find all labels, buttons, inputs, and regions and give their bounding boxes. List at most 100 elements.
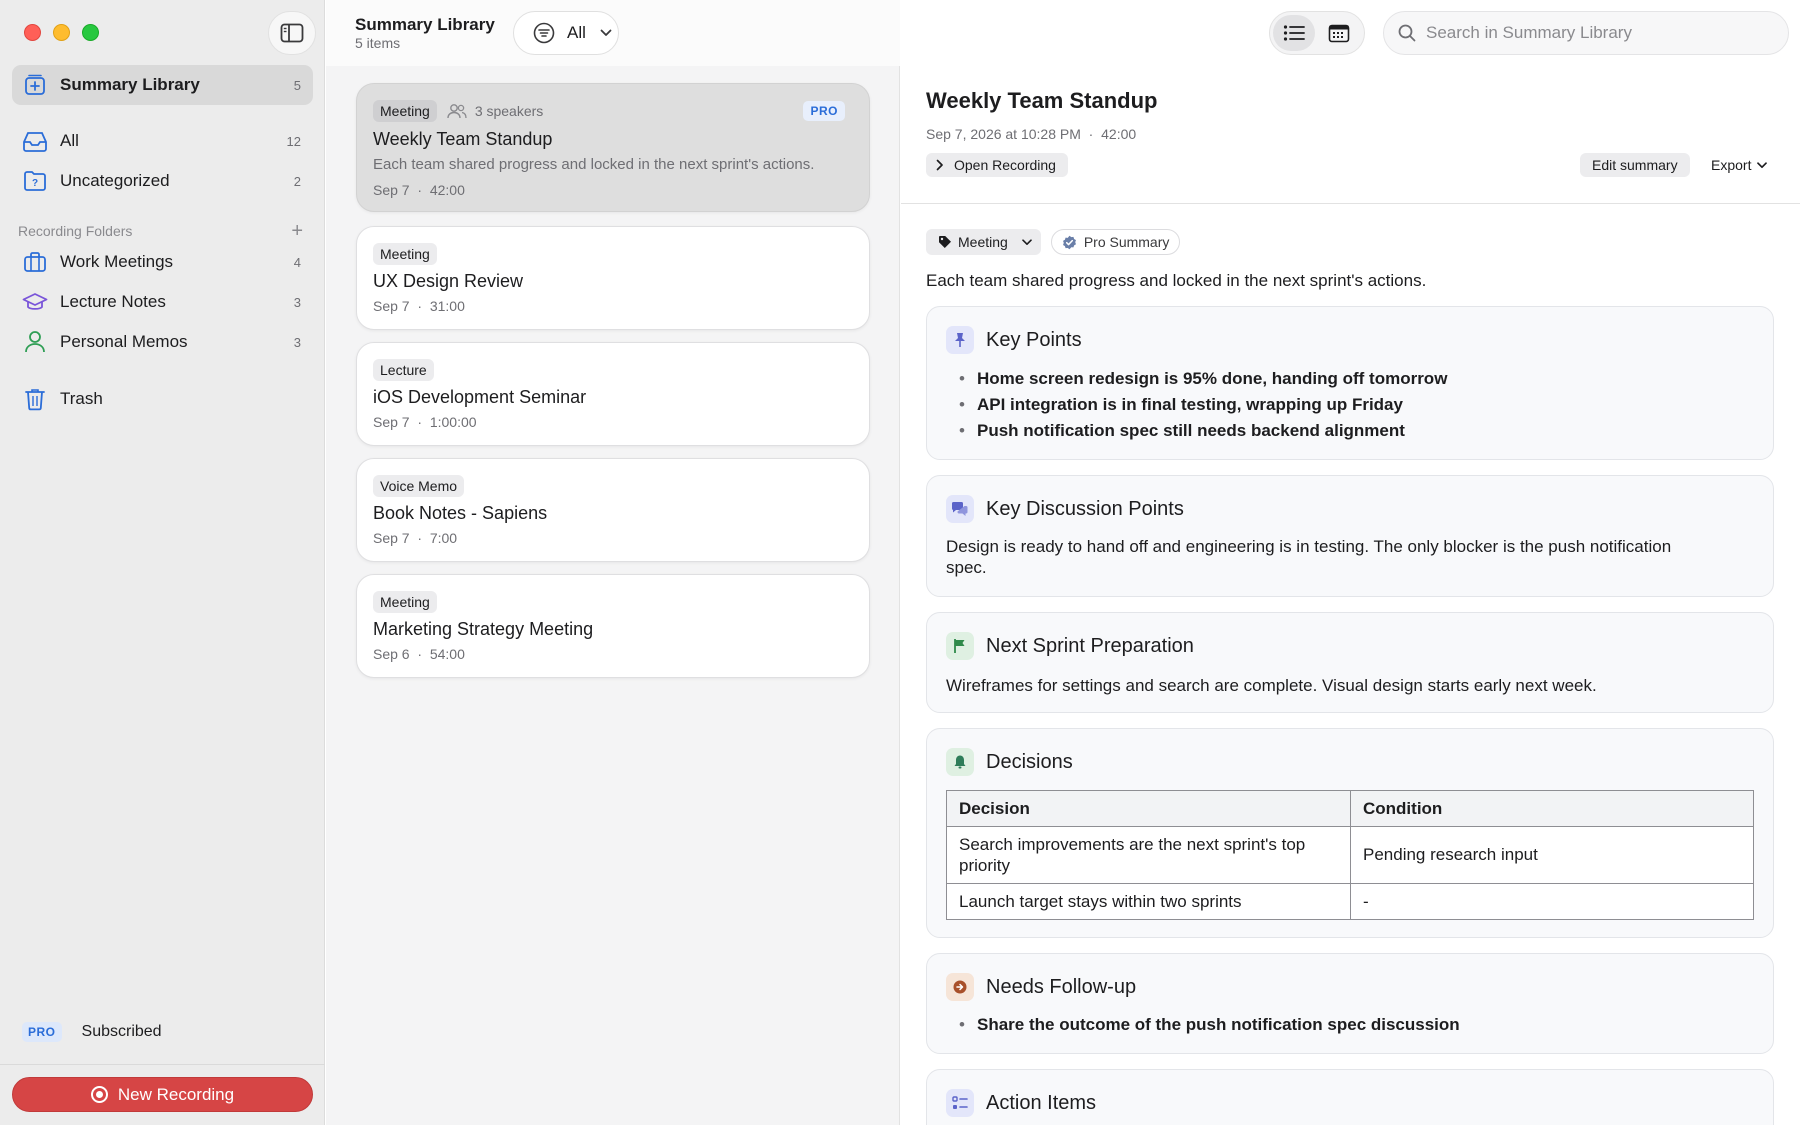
sidebar-item-count: 12 [286,133,301,149]
close-window-button[interactable] [24,24,41,41]
calendar-view-button[interactable] [1318,15,1360,51]
list-view-button[interactable] [1273,15,1315,51]
view-mode-toggle [1269,11,1365,55]
sidebar-item-lecture-notes[interactable]: Lecture Notes 3 [12,282,313,322]
decisions-table: Decision Condition Search improvements a… [946,790,1754,920]
plus-icon[interactable]: + [291,221,303,241]
sidebar-item-trash[interactable]: Trash [12,379,313,419]
checklist-icon [946,1089,974,1117]
card-duration: 54:00 [429,646,465,662]
tag-icon [939,236,951,248]
needs-follow-up-section: Needs Follow-up Share the outcome of the… [926,953,1774,1054]
sidebar-item-label: Personal Memos [60,332,188,351]
sidebar-item-all[interactable]: All 12 [12,121,313,161]
section-title: Recording Folders [18,223,133,239]
sidebar-item-label: Summary Library [60,75,200,94]
card-meta: Sep 7 · 7:00 [373,530,458,546]
filter-dropdown[interactable]: All [513,11,619,55]
card-date: Sep 7 [373,298,410,314]
pro-badge: PRO [803,101,845,121]
key-discussion-section: Key Discussion Points Design is ready to… [926,475,1774,597]
sidebar: Summary Library 5 All 12 ? Uncategorized… [0,0,325,1125]
category-dropdown[interactable]: Meeting [926,229,1041,255]
detail-divider [901,203,1800,204]
card-duration: 42:00 [429,182,465,198]
calendar-view-icon [1328,24,1350,43]
export-menu-button[interactable]: Export [1711,153,1768,177]
chevron-down-icon [1757,161,1768,168]
card-date: Sep 7 [373,530,410,546]
list-view-icon [1283,25,1305,41]
bell-icon [946,748,974,776]
section-title: Needs Follow-up [986,975,1137,998]
speakers-label: 3 speakers [474,103,544,119]
search-input[interactable] [1426,23,1766,43]
chevron-right-icon [936,159,943,171]
card-title: Weekly Team Standup [373,129,553,149]
sidebar-item-label: Lecture Notes [60,292,166,311]
card-meta: Sep 6 · 54:00 [373,646,465,662]
sidebar-toggle-button[interactable] [268,11,316,55]
new-recording-button[interactable]: New Recording [12,1077,313,1112]
briefcase-icon [22,249,48,275]
section-title: Action Items [986,1091,1097,1114]
section-title: Key Points [986,328,1082,351]
table-row: Launch target stays within two sprints - [946,883,1754,920]
sidebar-item-uncategorized[interactable]: ? Uncategorized 2 [12,161,313,201]
item-count: 5 items [355,35,401,51]
minimize-window-button[interactable] [53,24,70,41]
pro-summary-label: Pro Summary [1083,234,1170,250]
table-row: Search improvements are the next sprint'… [946,826,1754,884]
section-title: Key Discussion Points [986,497,1184,520]
card-meta: Sep 7 · 31:00 [373,298,465,314]
list-item: Home screen redesign is 95% done, handin… [959,366,1447,392]
export-label: Export [1711,157,1752,173]
category-label: Meeting [958,234,1008,250]
category-tag: Meeting [373,100,437,122]
chat-bubbles-icon [946,495,974,523]
card-date: Sep 7 [373,414,410,430]
list-item: Push notification spec still needs backe… [959,418,1447,444]
summary-meta: Sep 7, 2026 at 10:28 PM · 42:00 [926,126,1137,142]
sidebar-item-work-meetings[interactable]: Work Meetings 4 [12,242,313,282]
recording-card-marketing-strategy-meeting[interactable]: Meeting Marketing Strategy Meeting Sep 6… [356,574,870,678]
card-title: Book Notes - Sapiens [373,503,548,523]
recording-card-book-notes-sapiens[interactable]: Voice Memo Book Notes - Sapiens Sep 7 · … [356,458,870,562]
zoom-window-button[interactable] [82,24,99,41]
graduation-cap-icon [22,289,48,315]
section-title: Decisions [986,750,1073,773]
list-title: Summary Library [355,15,495,34]
category-tag: Meeting [373,591,437,613]
card-title: iOS Development Seminar [373,387,587,407]
sidebar-item-personal-memos[interactable]: Personal Memos 3 [12,322,313,362]
card-date: Sep 7 [373,182,410,198]
recording-card-weekly-team-standup[interactable]: Meeting 3 speakers PRO Weekly Team Stand… [356,83,870,212]
recording-card-ios-development-seminar[interactable]: Lecture iOS Development Seminar Sep 7 · … [356,342,870,446]
sidebar-divider [0,1064,325,1065]
action-items-section: Action Items [926,1069,1774,1125]
search-box[interactable] [1383,11,1789,55]
search-icon [1398,24,1416,42]
next-sprint-section: Next Sprint Preparation Wireframes for s… [926,612,1774,713]
follow-up-list: Share the outcome of the push notificati… [959,1012,1460,1038]
pro-badge: PRO [22,1022,62,1042]
open-recording-button[interactable]: Open Recording [926,153,1068,177]
table-header: Condition [1350,790,1754,827]
filter-label: All [567,23,586,42]
card-meta: Sep 7 · 42:00 [373,182,465,198]
summary-detail-pane: Weekly Team Standup Sep 7, 2026 at 10:28… [901,0,1800,1125]
card-date: Sep 6 [373,646,410,662]
recording-list-pane: Summary Library 5 items All Meeting 3 sp… [326,0,900,1125]
recording-card-ux-design-review[interactable]: Meeting UX Design Review Sep 7 · 31:00 [356,226,870,330]
card-duration: 1:00:00 [429,414,477,430]
chevron-down-icon [600,29,612,36]
sidebar-item-count: 3 [293,294,301,310]
summary-text: Each team shared progress and locked in … [926,271,1427,290]
pin-icon [946,326,974,354]
new-recording-label: New Recording [117,1084,235,1104]
edit-summary-button[interactable]: Edit summary [1580,153,1690,177]
section-text: Design is ready to hand off and engineer… [946,537,1672,577]
list-item: Share the outcome of the push notificati… [959,1012,1460,1038]
sidebar-item-summary-library[interactable]: Summary Library 5 [12,65,313,105]
table-cell: Launch target stays within two sprints [946,883,1351,920]
